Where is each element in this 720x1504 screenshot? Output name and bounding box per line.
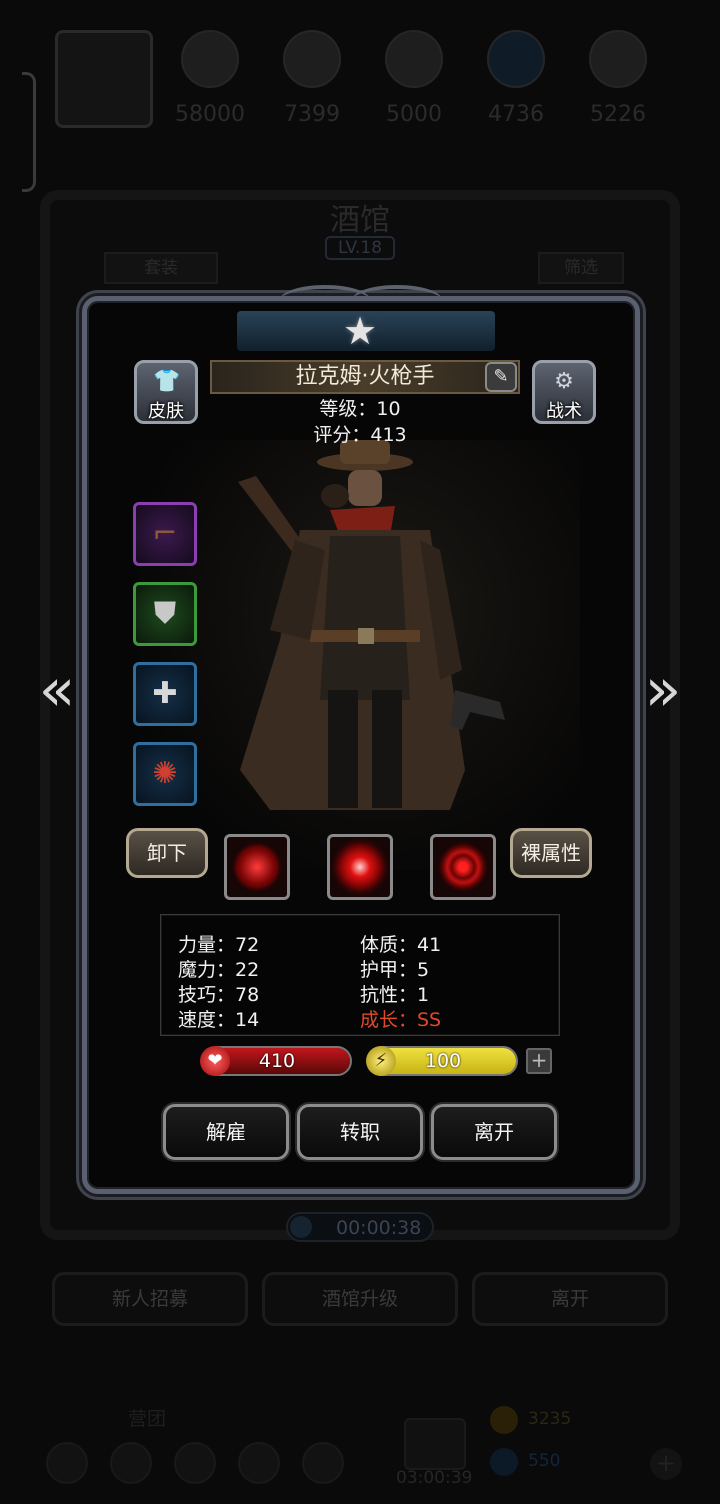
add-icon[interactable]: + — [650, 1448, 682, 1480]
clock-icon — [290, 1216, 312, 1238]
resource-value: 58000 — [175, 102, 245, 127]
leader-portrait[interactable] — [55, 30, 153, 128]
gift-timer: 03:00:39 — [396, 1468, 473, 1488]
add-energy-button[interactable]: + — [526, 1048, 552, 1074]
equip-slot-ring[interactable]: ✺ — [133, 742, 197, 806]
resource-value: 5226 — [590, 102, 646, 127]
resource-crystal: 4736 — [471, 30, 561, 127]
resource-bar: 58000 7399 5000 4736 5226 — [0, 28, 720, 192]
resource-ore: 5000 — [369, 30, 459, 127]
vortex-skill-icon — [340, 847, 380, 887]
bottom-resource-gold: 3235 — [490, 1406, 650, 1436]
hero-level: 等级：10 — [319, 398, 401, 420]
bottom-bar: 营团 03:00:39 3235 550 + — [0, 1380, 720, 1504]
tactics-button[interactable]: ⚙ 战术 — [532, 360, 596, 424]
skin-label: 皮肤 — [148, 401, 184, 422]
attr-strength: 力量：72 — [178, 934, 260, 956]
heart-icon: ❤ — [200, 1046, 230, 1076]
armor-icon: ⛊ — [153, 596, 177, 631]
bottom-resource-gem: 550 — [490, 1448, 650, 1478]
dismiss-button[interactable]: 解雇 — [163, 1104, 289, 1160]
resource-value: 5000 — [386, 102, 442, 127]
hero-portrait — [238, 440, 505, 810]
gem-icon — [490, 1448, 518, 1476]
tavern-upgrade-button[interactable]: 酒馆升级 — [262, 1272, 458, 1326]
attr-resistance: 抗性：1 — [360, 984, 430, 1006]
resource-bread: 7399 — [267, 30, 357, 127]
attr-magic: 魔力：22 — [178, 959, 260, 981]
menu-icon[interactable] — [302, 1442, 344, 1484]
amulet-icon: ✚ — [152, 676, 178, 711]
menu-icon[interactable] — [46, 1442, 88, 1484]
gem-value: 550 — [528, 1451, 561, 1471]
attr-speed: 速度：14 — [178, 1009, 260, 1031]
wood-orb-icon — [589, 30, 647, 88]
pencil-icon: ✎ — [493, 366, 509, 387]
attr-armor: 护甲：5 — [360, 959, 430, 981]
tab-set[interactable]: 套装 — [104, 252, 218, 284]
side-menu-handle[interactable] — [22, 72, 36, 192]
naked-attributes-button[interactable]: 裸属性 — [510, 828, 592, 878]
ring-icon: ✺ — [152, 756, 178, 791]
equip-slot-weapon[interactable]: ⌐ — [133, 502, 197, 566]
meat-orb-icon — [181, 30, 239, 88]
resource-value: 4736 — [488, 102, 544, 127]
next-hero-arrow[interactable]: » — [640, 655, 686, 725]
crystal-orb-icon — [487, 30, 545, 88]
resource-value: 7399 — [284, 102, 340, 127]
gift-icon[interactable] — [404, 1418, 466, 1470]
tavern-timer: 00:00:38 — [286, 1212, 434, 1242]
leave-button[interactable]: 离开 — [431, 1104, 557, 1160]
skin-button[interactable]: 👕 皮肤 — [134, 360, 198, 424]
menu-icon[interactable] — [238, 1442, 280, 1484]
prev-hero-arrow[interactable]: « — [34, 655, 80, 725]
attr-skill: 技巧：78 — [178, 984, 260, 1006]
attr-growth: 成长：SS — [360, 1009, 442, 1031]
skill-slot-1[interactable] — [224, 834, 290, 900]
rifle-icon: ⌐ — [152, 516, 178, 551]
hero-name: 拉克姆·火枪手 — [210, 360, 520, 394]
bread-orb-icon — [283, 30, 341, 88]
hero-score: 评分：413 — [313, 424, 407, 446]
tavern-level: LV.18 — [325, 236, 395, 260]
tavern-title: 酒馆 — [330, 203, 390, 238]
gold-value: 3235 — [528, 1409, 572, 1429]
edit-name-button[interactable]: ✎ — [485, 362, 517, 392]
equip-slot-amulet[interactable]: ✚ — [133, 662, 197, 726]
recruit-button[interactable]: 新人招募 — [52, 1272, 248, 1326]
lightning-icon: ⚡ — [366, 1046, 396, 1076]
tab-filter[interactable]: 筛选 — [538, 252, 624, 284]
star-icon: ★ — [342, 309, 378, 353]
unequip-button[interactable]: 卸下 — [126, 828, 208, 878]
resource-wood: 5226 — [573, 30, 663, 127]
gear-icon: ⚙ — [554, 369, 574, 394]
bottom-bar-label: 营团 — [128, 1408, 167, 1430]
ore-orb-icon — [385, 30, 443, 88]
equip-slot-armor[interactable]: ⛊ — [133, 582, 197, 646]
target-skill-icon — [443, 847, 483, 887]
menu-icon[interactable] — [174, 1442, 216, 1484]
menu-icon[interactable] — [110, 1442, 152, 1484]
shirt-icon: 👕 — [153, 369, 181, 394]
tavern-leave-button[interactable]: 离开 — [472, 1272, 668, 1326]
attr-constitution: 体质：41 — [360, 934, 442, 956]
transfer-class-button[interactable]: 转职 — [297, 1104, 423, 1160]
crosshair-skill-icon — [237, 847, 277, 887]
tactics-label: 战术 — [546, 401, 582, 422]
timer-text: 00:00:38 — [336, 1217, 422, 1239]
resource-meat: 58000 — [165, 30, 255, 127]
skill-slot-3[interactable] — [430, 834, 496, 900]
skill-slot-2[interactable] — [327, 834, 393, 900]
gold-icon — [490, 1406, 518, 1434]
